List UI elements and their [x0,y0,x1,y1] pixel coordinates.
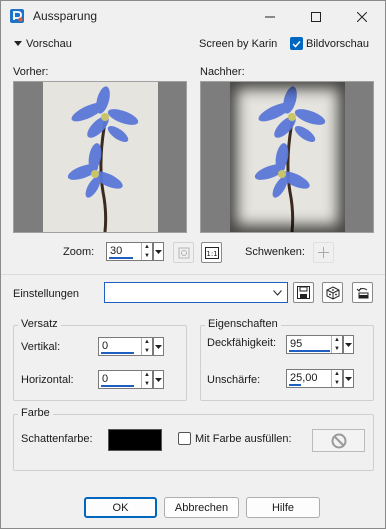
opacity-spinner[interactable]: 95 ▲ ▼ [286,335,354,354]
chevron-down-icon [345,342,352,347]
shadow-color-swatch[interactable] [108,429,162,451]
shadow-color-label: Schattenfarbe: [21,433,93,445]
opacity-label: Deckfähigkeit: [207,337,277,349]
blur-spin-arrows[interactable]: ▲ ▼ [331,370,342,387]
opacity-value: 95 [290,338,303,350]
reset-icon [356,287,368,298]
horizontal-spinner[interactable]: 0 ▲ ▼ [98,370,164,389]
dice-icon [326,285,339,300]
chevron-down-icon [155,377,162,382]
properties-group-title: Eigenschaften [205,318,281,330]
close-icon [357,11,367,22]
after-image [230,82,345,232]
zoom-spin-arrows[interactable]: ▲ ▼ [141,243,152,260]
reset-button[interactable] [352,282,373,303]
no-color-icon [331,433,346,448]
zoom-level-bar [109,257,133,259]
help-button-label: Hilfe [271,501,294,514]
zoom-value: 30 [110,245,123,257]
vertical-label: Vertikal: [21,341,61,353]
vertical-value: 0 [102,340,109,352]
minimize-icon [265,16,275,17]
preview-toggle-label: Vorschau [26,38,72,50]
actual-size-icon: 1:1 [204,246,219,259]
pan-label: Schwenken: [245,246,305,258]
credit-text: Screen by Karin [199,38,278,50]
preview-toggle[interactable]: Vorschau [14,37,72,51]
image-preview-label: Bildvorschau [306,38,369,50]
cancel-button[interactable]: Abbrechen [164,497,239,518]
zoom-label: Zoom: [63,246,95,258]
zoom-fit-button[interactable] [173,242,194,263]
title-bar: Aussparung [1,1,385,32]
app-icon [10,9,24,23]
blur-label: Unschärfe: [207,374,261,386]
separator [1,274,385,275]
horizontal-spin-arrows[interactable]: ▲ ▼ [141,371,152,388]
maximize-button[interactable] [293,1,339,32]
horizontal-label: Horizontal: [21,374,74,386]
color-group-title: Farbe [18,407,53,419]
window-title: Aussparung [33,9,98,23]
settings-label: Einstellungen [13,288,80,300]
blur-value: 25,00 [290,372,318,384]
chevron-down-icon [273,290,282,296]
pan-button[interactable] [313,242,334,263]
save-preset-button[interactable] [293,282,314,303]
check-icon [292,40,301,48]
vertical-spinner[interactable]: 0 ▲ ▼ [98,337,164,356]
move-icon [318,247,329,258]
flower-image [43,82,158,232]
close-button[interactable] [339,1,385,32]
svg-text:1:1: 1:1 [206,250,217,258]
fill-color-label: Mit Farbe ausfüllen: [195,433,292,445]
dialog-window: Aussparung Vorschau Screen by Karin Bild… [0,0,386,529]
after-preview[interactable] [200,81,374,233]
horizontal-value: 0 [102,373,109,385]
horizontal-level-bar [101,385,134,387]
maximize-icon [311,11,321,22]
zoom-actual-size-button[interactable]: 1:1 [201,242,222,263]
settings-dropdown[interactable] [104,282,288,303]
save-icon [297,286,310,299]
before-preview[interactable] [13,81,187,233]
opacity-dropdown-button[interactable] [343,335,354,354]
vertical-dropdown-button[interactable] [153,337,164,356]
chevron-down-icon [345,376,352,381]
cutout-shadow [230,82,345,232]
cancel-button-label: Abbrechen [174,501,229,514]
chevron-down-icon [155,249,162,254]
ok-button-label: OK [112,501,129,514]
opacity-spin-arrows[interactable]: ▲ ▼ [331,336,342,353]
blur-dropdown-button[interactable] [343,369,354,388]
zoom-spinner[interactable]: 30 ▲ ▼ [106,242,164,261]
offset-group-title: Versatz [18,318,61,330]
horizontal-dropdown-button[interactable] [153,370,164,389]
fill-color-checkbox[interactable] [178,432,191,445]
after-label: Nachher: [200,66,245,78]
opacity-level-bar [289,350,330,352]
before-image [43,82,158,232]
ok-button[interactable]: OK [84,497,157,518]
vertical-spin-arrows[interactable]: ▲ ▼ [141,338,152,355]
blur-level-bar [289,384,301,386]
zoom-fit-icon [178,247,189,258]
image-preview-checkbox[interactable] [290,37,303,50]
help-button[interactable]: Hilfe [246,497,320,518]
before-label: Vorher: [13,66,49,78]
fill-color-swatch[interactable] [312,429,365,452]
blur-spinner[interactable]: 25,00 ▲ ▼ [286,369,354,388]
randomize-button[interactable] [322,282,343,303]
caret-down-icon [14,41,22,46]
chevron-down-icon [155,344,162,349]
zoom-dropdown-button[interactable] [153,242,164,261]
vertical-level-bar [101,352,134,354]
minimize-button[interactable] [247,1,293,32]
